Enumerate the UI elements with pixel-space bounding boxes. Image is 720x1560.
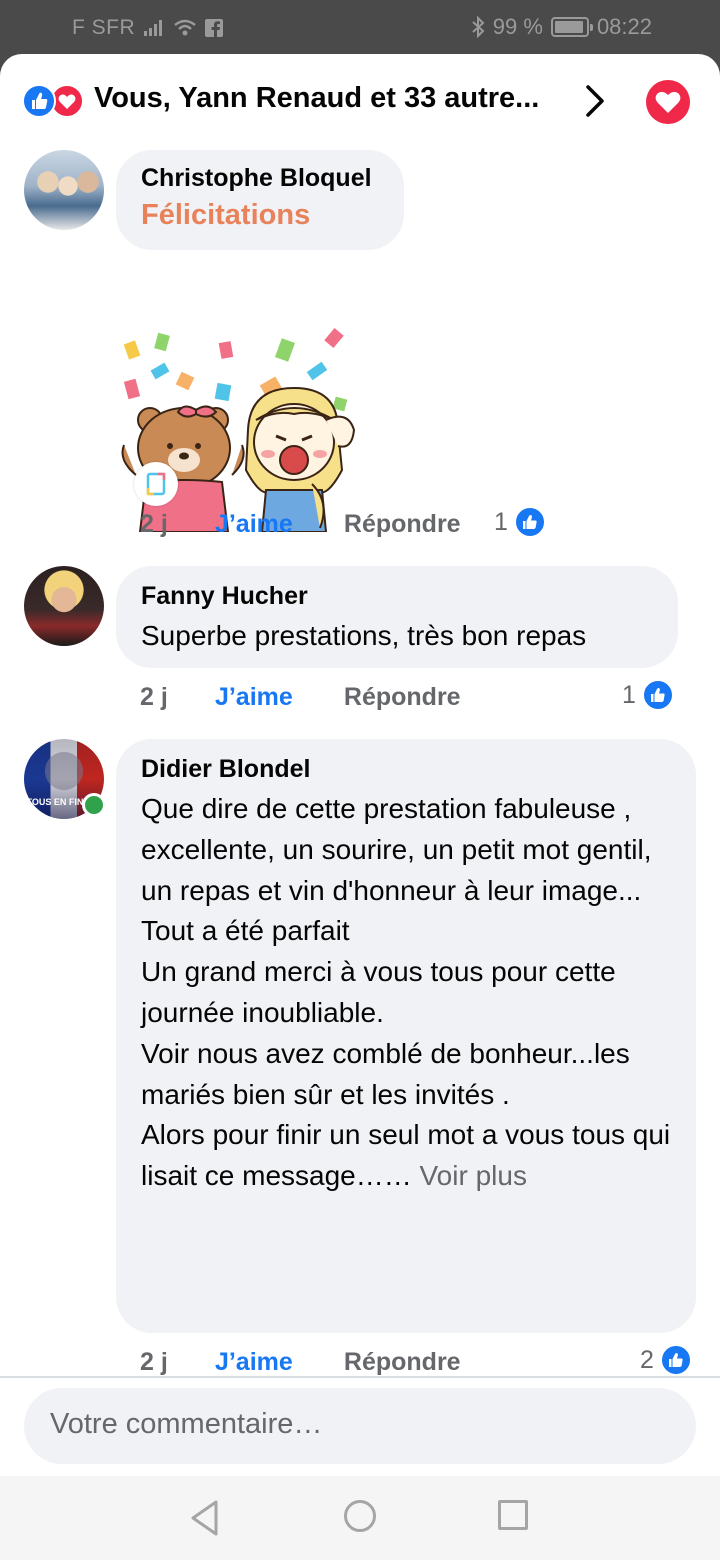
reactions-comments-sheet: Vous, Yann Renaud et 33 autre... Christo…: [0, 54, 720, 1560]
comment-like-count[interactable]: 1: [622, 679, 674, 711]
sticker-pack-icon: [134, 462, 178, 506]
like-count-value: 1: [622, 680, 636, 709]
like-button[interactable]: J’aime: [215, 510, 337, 539]
comment-like-count[interactable]: 2: [640, 1344, 692, 1376]
comment-author[interactable]: Christophe Bloquel: [141, 164, 372, 193]
comment-actions: 2 j J’aime Répondre: [140, 510, 461, 539]
comment-bubble[interactable]: Didier Blondel Que dire de cette prestat…: [116, 739, 696, 1333]
comment-time: 2 j: [140, 683, 168, 711]
system-navigation-bar: [0, 1476, 720, 1560]
love-reaction-button[interactable]: [646, 80, 690, 124]
comment-author[interactable]: Didier Blondel: [141, 755, 310, 784]
battery-icon: [550, 17, 593, 37]
like-icon: [659, 1344, 692, 1376]
home-icon[interactable]: [344, 1500, 376, 1532]
comment-input-placeholder: Votre commentaire…: [50, 1408, 323, 1440]
comment-bubble[interactable]: Christophe Bloquel Félicitations: [116, 150, 404, 250]
comment-actions: 2 j J’aime Répondre: [140, 1348, 461, 1377]
signal-icon: [144, 20, 163, 36]
divider: [0, 1376, 720, 1378]
like-button[interactable]: J’aime: [215, 1348, 337, 1377]
comment-text: Que dire de cette prestation fabuleuse ,…: [141, 789, 681, 1197]
congratulations-sticker[interactable]: [116, 270, 356, 533]
avatar[interactable]: [24, 566, 104, 646]
back-icon[interactable]: [188, 1498, 222, 1538]
reply-button[interactable]: Répondre: [344, 510, 461, 539]
wifi-icon: [174, 19, 196, 36]
reply-button[interactable]: Répondre: [344, 1348, 461, 1377]
like-icon: [513, 506, 546, 538]
like-icon: [22, 84, 56, 118]
carrier-label: F SFR: [72, 16, 136, 39]
bluetooth-icon: [472, 16, 485, 38]
like-button[interactable]: J’aime: [215, 683, 337, 712]
comment-actions: 2 j J’aime Répondre: [140, 683, 461, 712]
like-count-value: 1: [494, 507, 508, 536]
comment-text: Superbe prestations, très bon repas: [141, 620, 587, 651]
comment-body: Que dire de cette prestation fabuleuse ,…: [141, 793, 671, 1192]
comment-like-count[interactable]: 1: [494, 506, 546, 538]
like-count-value: 2: [640, 1345, 654, 1374]
reply-button[interactable]: Répondre: [344, 683, 461, 712]
avatar[interactable]: TOUS EN FINALE: [24, 739, 106, 819]
battery-percent: 99 %: [492, 14, 543, 39]
comment-time: 2 j: [140, 1348, 168, 1376]
like-icon: [641, 679, 674, 711]
comment-bubble[interactable]: Fanny Hucher Superbe prestations, très b…: [116, 566, 678, 668]
online-status-indicator: [82, 793, 106, 817]
clock: 08:22: [596, 14, 652, 39]
comment-text: Félicitations: [141, 199, 311, 231]
reaction-summary: [22, 84, 88, 118]
sheet-header[interactable]: Vous, Yann Renaud et 33 autre...: [0, 54, 720, 146]
comment-author[interactable]: Fanny Hucher: [141, 582, 308, 611]
reactors-summary-title[interactable]: Vous, Yann Renaud et 33 autre...: [94, 82, 539, 115]
status-bar: F SFR 99 % 08:22: [0, 0, 720, 56]
avatar[interactable]: [24, 150, 104, 230]
facebook-notification-icon: [205, 19, 224, 37]
see-more-link[interactable]: Voir plus: [420, 1160, 527, 1191]
recent-apps-icon[interactable]: [498, 1500, 528, 1530]
comment-input[interactable]: Votre commentaire…: [24, 1388, 696, 1464]
comment-time: 2 j: [140, 510, 168, 538]
chevron-right-icon[interactable]: [582, 84, 608, 118]
heart-icon: [655, 91, 681, 113]
